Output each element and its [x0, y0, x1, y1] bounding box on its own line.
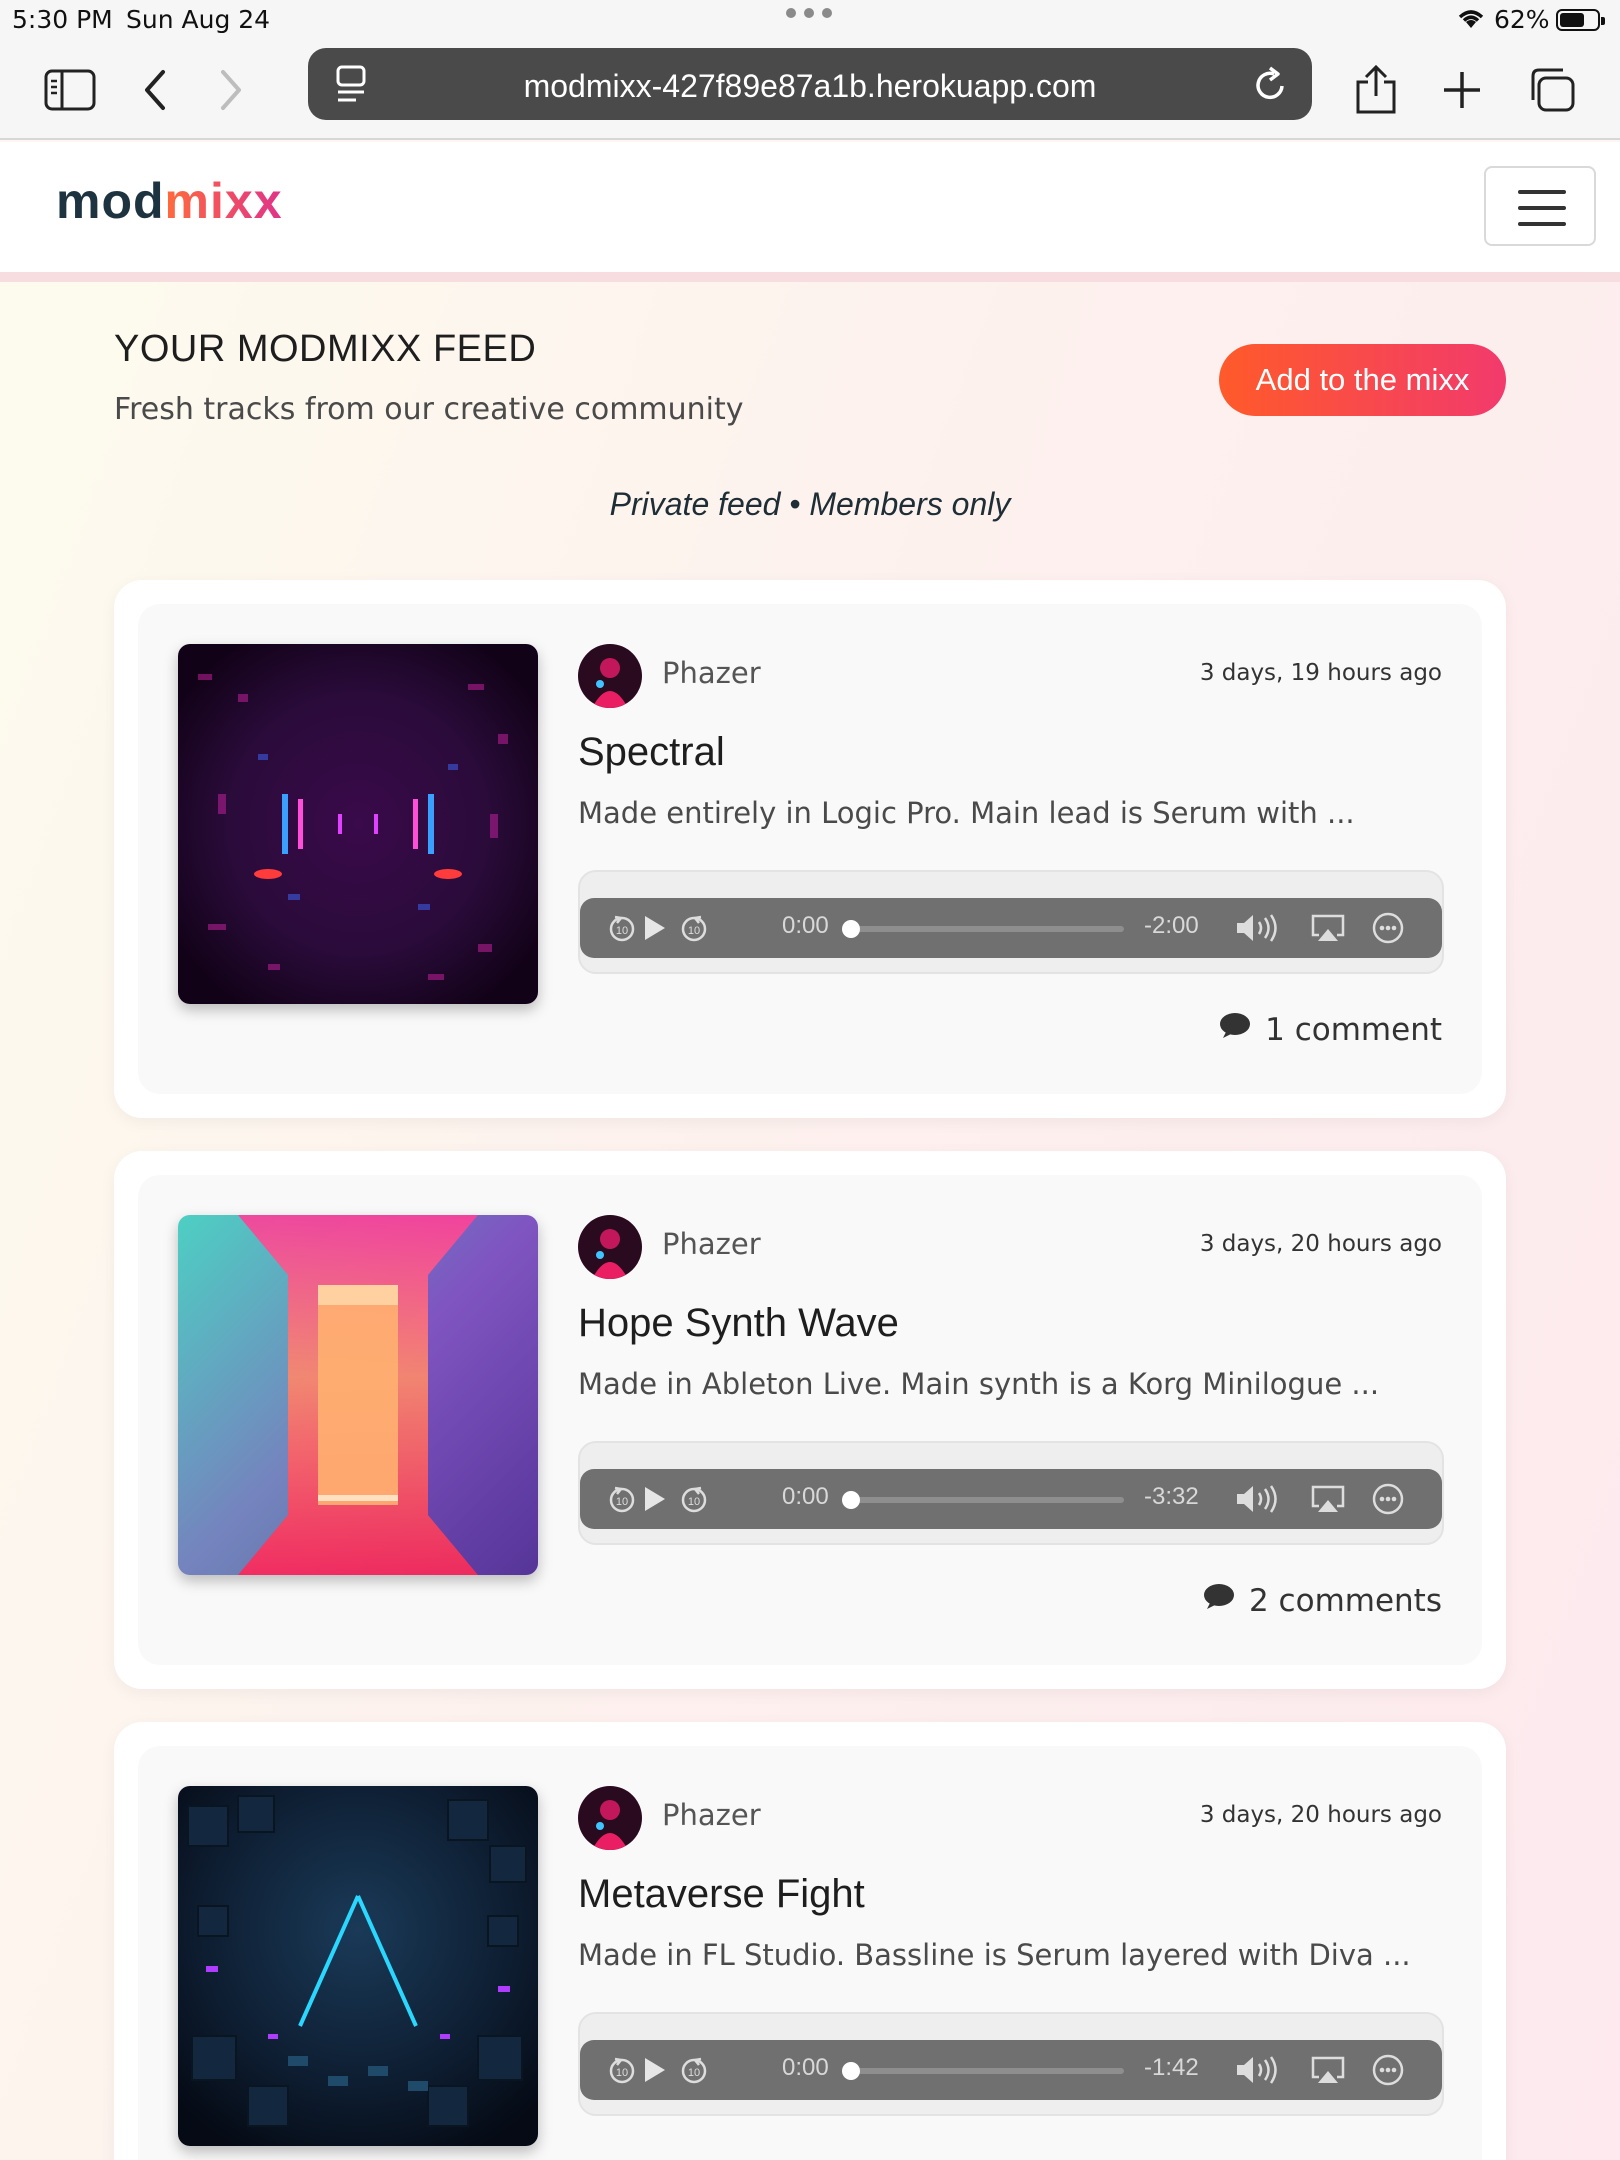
remaining-time: -1:42: [1144, 2054, 1199, 2081]
current-time: 0:00: [782, 912, 829, 939]
status-bar: 5:30 PM Sun Aug 24 62%: [0, 0, 1620, 40]
seek-bar[interactable]: [850, 926, 1124, 932]
address-bar[interactable]: modmixx-427f89e87a1b.herokuapp.com: [308, 48, 1312, 120]
battery-percent: 62%: [1494, 5, 1550, 34]
volume-icon[interactable]: [1234, 1481, 1282, 1517]
track-card: Phazer 3 days, 20 hours ago Hope Synth W…: [114, 1151, 1506, 1689]
comments-count: 1 comment: [1265, 1012, 1442, 1048]
page-subtitle: Fresh tracks from our creative community: [114, 392, 744, 427]
play-icon[interactable]: [636, 2052, 672, 2088]
audio-player: 10 10 0:00 -3:32: [578, 1441, 1444, 1545]
remaining-time: -2:00: [1144, 912, 1199, 939]
svg-text:10: 10: [688, 2067, 700, 2079]
skip-forward-10-icon[interactable]: 10: [676, 2052, 712, 2088]
volume-icon[interactable]: [1234, 910, 1282, 946]
page-title: YOUR MODMIXX FEED: [114, 328, 537, 370]
track-card: Phazer 3 days, 20 hours ago Metaverse Fi…: [114, 1722, 1506, 2160]
status-time: 5:30 PM: [12, 5, 113, 34]
author-name[interactable]: Phazer: [662, 1227, 761, 1261]
audio-controls: 10 10 0:00 -2:00: [580, 898, 1442, 958]
site-navbar: modmixx: [0, 142, 1620, 272]
seek-thumb[interactable]: [842, 2062, 860, 2080]
track-title[interactable]: Hope Synth Wave: [578, 1301, 899, 1346]
seek-thumb[interactable]: [842, 920, 860, 938]
track-cover-image[interactable]: [178, 1786, 538, 2146]
airplay-icon[interactable]: [1310, 910, 1346, 946]
audio-player: 10 10 0:00 -2:00: [578, 870, 1444, 974]
skip-back-10-icon[interactable]: 10: [604, 910, 640, 946]
author-avatar[interactable]: [578, 1215, 642, 1279]
back-icon[interactable]: [126, 60, 186, 120]
svg-text:10: 10: [688, 925, 700, 937]
comments-count: 2 comments: [1248, 1583, 1442, 1619]
forward-icon[interactable]: [200, 60, 260, 120]
wifi-icon: [1456, 6, 1486, 36]
post-timestamp: 3 days, 20 hours ago: [1199, 1231, 1442, 1257]
svg-text:10: 10: [616, 925, 628, 937]
play-icon[interactable]: [636, 1481, 672, 1517]
reload-icon[interactable]: [1252, 64, 1290, 108]
seek-thumb[interactable]: [842, 1491, 860, 1509]
comment-icon: [1203, 1583, 1235, 1619]
more-options-icon[interactable]: [1370, 1481, 1406, 1517]
sidebar-icon[interactable]: [40, 60, 100, 120]
brand-logo[interactable]: modmixx: [56, 172, 283, 230]
url-text: modmixx-427f89e87a1b.herokuapp.com: [523, 68, 1097, 104]
track-description: Made in FL Studio. Bassline is Serum lay…: [578, 1938, 1411, 1972]
more-options-icon[interactable]: [1370, 2052, 1406, 2088]
post-timestamp: 3 days, 20 hours ago: [1199, 1802, 1442, 1828]
track-title[interactable]: Metaverse Fight: [578, 1872, 865, 1917]
track-description: Made in Ableton Live. Main synth is a Ko…: [578, 1367, 1380, 1401]
volume-icon[interactable]: [1234, 2052, 1282, 2088]
new-tab-icon[interactable]: [1432, 60, 1492, 120]
battery-icon: [1556, 9, 1605, 31]
status-date: Sun Aug 24: [126, 5, 271, 34]
skip-back-10-icon[interactable]: 10: [604, 2052, 640, 2088]
post-timestamp: 3 days, 19 hours ago: [1199, 660, 1442, 686]
comment-icon: [1219, 1012, 1251, 1048]
airplay-icon[interactable]: [1310, 1481, 1346, 1517]
tabs-overview-icon[interactable]: [1522, 60, 1582, 120]
audio-player: 10 10 0:00 -1:42: [578, 2012, 1444, 2116]
comments-link[interactable]: 1 comment: [1219, 1012, 1442, 1048]
private-feed-note: Private feed • Members only: [609, 486, 1011, 522]
svg-text:10: 10: [688, 1496, 700, 1508]
author-avatar[interactable]: [578, 644, 642, 708]
remaining-time: -3:32: [1144, 1483, 1199, 1510]
current-time: 0:00: [782, 1483, 829, 1510]
play-icon[interactable]: [636, 910, 672, 946]
navbar-divider: [0, 272, 1620, 282]
share-icon[interactable]: [1346, 60, 1406, 120]
seek-bar[interactable]: [850, 1497, 1124, 1503]
track-title[interactable]: Spectral: [578, 730, 725, 775]
skip-back-10-icon[interactable]: 10: [604, 1481, 640, 1517]
svg-text:10: 10: [616, 2067, 628, 2079]
author-name[interactable]: Phazer: [662, 656, 761, 690]
track-cover-image[interactable]: [178, 1215, 538, 1575]
multitasking-dots-icon[interactable]: [786, 8, 832, 18]
add-track-button[interactable]: Add to the mixx: [1219, 344, 1506, 416]
track-cover-image[interactable]: [178, 644, 538, 1004]
browser-toolbar: modmixx-427f89e87a1b.herokuapp.com: [0, 40, 1620, 140]
comments-link[interactable]: 2 comments: [1203, 1583, 1442, 1619]
more-options-icon[interactable]: [1370, 910, 1406, 946]
menu-toggle-button[interactable]: [1484, 166, 1596, 246]
svg-text:10: 10: [616, 1496, 628, 1508]
track-card: Phazer 3 days, 19 hours ago Spectral Mad…: [114, 580, 1506, 1118]
track-description: Made entirely in Logic Pro. Main lead is…: [578, 796, 1355, 830]
audio-controls: 10 10 0:00 -3:32: [580, 1469, 1442, 1529]
skip-forward-10-icon[interactable]: 10: [676, 1481, 712, 1517]
skip-forward-10-icon[interactable]: 10: [676, 910, 712, 946]
main-content: YOUR MODMIXX FEED Fresh tracks from our …: [0, 282, 1620, 2160]
current-time: 0:00: [782, 2054, 829, 2081]
seek-bar[interactable]: [850, 2068, 1124, 2074]
airplay-icon[interactable]: [1310, 2052, 1346, 2088]
audio-controls: 10 10 0:00 -1:42: [580, 2040, 1442, 2100]
author-name[interactable]: Phazer: [662, 1798, 761, 1832]
author-avatar[interactable]: [578, 1786, 642, 1850]
